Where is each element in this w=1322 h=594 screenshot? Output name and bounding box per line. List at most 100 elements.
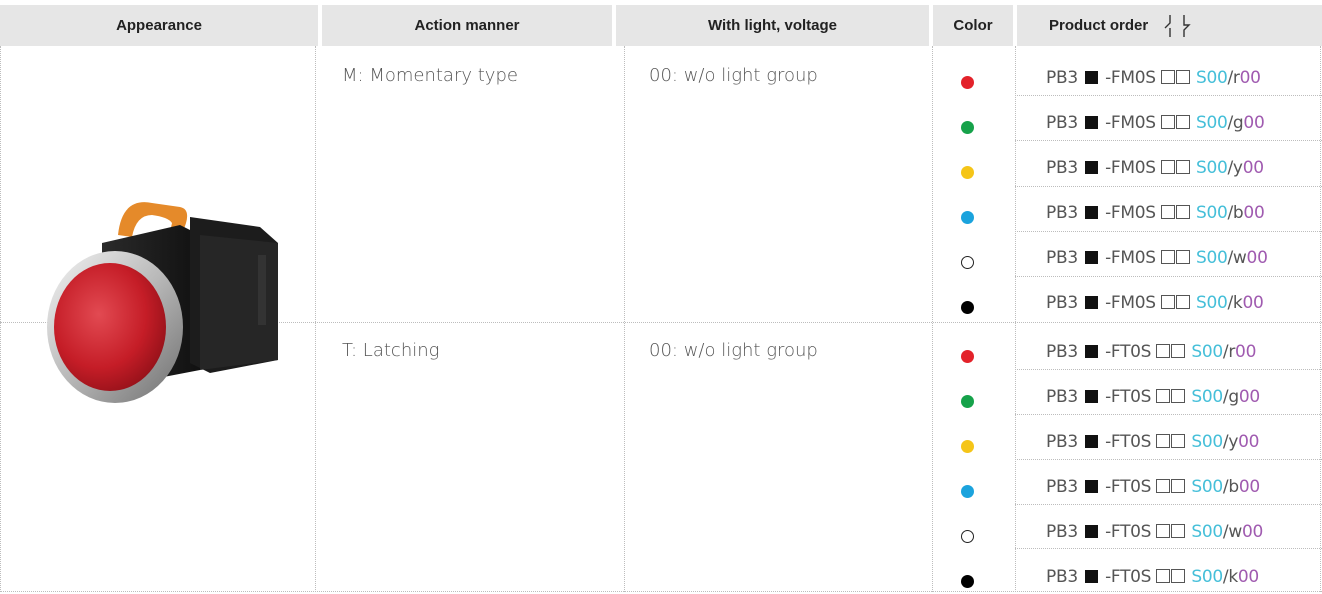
product-order-code: PB3 -FM0S S00/y00 xyxy=(1046,158,1264,178)
filled-square-icon xyxy=(1084,345,1098,358)
empty-square-icon xyxy=(1175,115,1190,129)
code-prefix: PB3 xyxy=(1046,203,1078,223)
product-order-code: PB3 -FT0S S00/w00 xyxy=(1046,522,1263,542)
color-dot xyxy=(961,76,974,89)
color-dot xyxy=(961,575,974,588)
product-order-code: PB3 -FT0S S00/r00 xyxy=(1046,342,1256,362)
header-action-manner: Action manner xyxy=(322,5,612,46)
code-series: -FM0S xyxy=(1105,293,1156,313)
code-series: -FM0S xyxy=(1105,203,1156,223)
code-series: -FM0S xyxy=(1105,248,1156,268)
product-order-code: PB3 -FT0S S00/k00 xyxy=(1046,567,1259,587)
code-series: -FM0S xyxy=(1105,113,1156,133)
code-tail: 00 xyxy=(1241,522,1264,542)
empty-square-icon xyxy=(1171,569,1186,583)
code-series: -FT0S xyxy=(1105,342,1152,362)
empty-square-icon xyxy=(1156,569,1171,583)
code-voltage: S00 xyxy=(1191,432,1223,452)
filled-square-icon xyxy=(1084,161,1098,174)
code-series: -FT0S xyxy=(1105,522,1152,542)
code-prefix: PB3 xyxy=(1046,477,1078,497)
code-color-suffix: /r xyxy=(1222,342,1236,362)
empty-square-icon xyxy=(1160,115,1175,129)
header-product-order: Product order xyxy=(1017,5,1322,46)
code-color-suffix: /w xyxy=(1227,248,1247,268)
filled-square-icon xyxy=(1084,116,1098,129)
code-color-suffix: /g xyxy=(1227,113,1244,133)
filled-square-icon xyxy=(1084,206,1098,219)
light-group-latching: 00: w/o light group xyxy=(649,340,818,361)
code-color-suffix: /y xyxy=(1227,158,1244,178)
filled-square-icon xyxy=(1084,480,1098,493)
empty-square-icon xyxy=(1175,250,1190,264)
grid-line xyxy=(1320,46,1321,592)
product-order-code: PB3 -FT0S S00/y00 xyxy=(1046,432,1259,452)
empty-square-icon xyxy=(1156,389,1171,403)
filled-square-icon xyxy=(1084,435,1098,448)
empty-square-icon xyxy=(1156,344,1171,358)
empty-square-icon xyxy=(1160,70,1175,84)
row-divider xyxy=(1015,231,1322,232)
code-voltage: S00 xyxy=(1191,522,1223,542)
code-voltage: S00 xyxy=(1195,248,1228,268)
code-color-suffix: /b xyxy=(1222,477,1239,497)
product-order-code: PB3 -FM0S S00/g00 xyxy=(1046,113,1265,133)
code-voltage: S00 xyxy=(1195,68,1228,88)
code-tail: 00 xyxy=(1243,113,1265,133)
empty-square-icon xyxy=(1171,389,1186,403)
empty-square-icon xyxy=(1171,434,1186,448)
code-tail: 00 xyxy=(1238,477,1260,497)
code-prefix: PB3 xyxy=(1046,387,1078,407)
header-appearance: Appearance xyxy=(0,5,318,46)
code-tail: 00 xyxy=(1238,387,1260,407)
code-prefix: PB3 xyxy=(1046,248,1078,268)
code-tail: 00 xyxy=(1242,158,1264,178)
code-voltage: S00 xyxy=(1195,158,1228,178)
color-dot xyxy=(961,301,974,314)
filled-square-icon xyxy=(1084,296,1098,309)
header-product-order-label: Product order xyxy=(1049,17,1149,34)
empty-square-icon xyxy=(1171,524,1186,538)
grid-line xyxy=(932,46,933,592)
empty-square-icon xyxy=(1156,524,1171,538)
color-dot xyxy=(961,211,974,224)
row-divider xyxy=(1015,276,1322,277)
empty-square-icon xyxy=(1156,434,1171,448)
contact-symbol-icon xyxy=(1164,14,1191,37)
product-order-code: PB3 -FT0S S00/g00 xyxy=(1046,387,1260,407)
empty-square-icon xyxy=(1160,250,1175,264)
push-button-product-image xyxy=(47,202,278,403)
empty-square-icon xyxy=(1175,205,1190,219)
code-tail: 00 xyxy=(1235,342,1257,362)
empty-square-icon xyxy=(1175,70,1190,84)
code-color-suffix: /w xyxy=(1222,522,1242,542)
product-order-code: PB3 -FM0S S00/k00 xyxy=(1046,293,1264,313)
filled-square-icon xyxy=(1084,71,1098,84)
code-prefix: PB3 xyxy=(1046,432,1078,452)
empty-square-icon xyxy=(1175,295,1190,309)
row-divider xyxy=(1015,140,1322,141)
code-series: -FT0S xyxy=(1105,432,1152,452)
code-tail: 00 xyxy=(1242,293,1264,313)
grid-line xyxy=(0,46,1,592)
code-color-suffix: /g xyxy=(1222,387,1239,407)
code-color-suffix: /k xyxy=(1222,567,1238,587)
empty-square-icon xyxy=(1156,479,1171,493)
color-dot xyxy=(961,395,974,408)
color-dot xyxy=(961,485,974,498)
table-bottom-border xyxy=(0,591,1322,592)
code-voltage: S00 xyxy=(1191,477,1223,497)
code-color-suffix: /b xyxy=(1227,203,1244,223)
row-divider xyxy=(1015,186,1322,187)
code-prefix: PB3 xyxy=(1046,113,1078,133)
code-voltage: S00 xyxy=(1195,203,1228,223)
grid-line xyxy=(1015,46,1016,592)
filled-square-icon xyxy=(1084,525,1098,538)
grid-line xyxy=(624,46,625,592)
code-prefix: PB3 xyxy=(1046,567,1078,587)
code-prefix: PB3 xyxy=(1046,342,1078,362)
product-table: Appearance Action manner With light, vol… xyxy=(0,0,1322,594)
filled-square-icon xyxy=(1084,390,1098,403)
code-series: -FT0S xyxy=(1105,387,1152,407)
light-group-momentary: 00: w/o light group xyxy=(649,65,818,86)
